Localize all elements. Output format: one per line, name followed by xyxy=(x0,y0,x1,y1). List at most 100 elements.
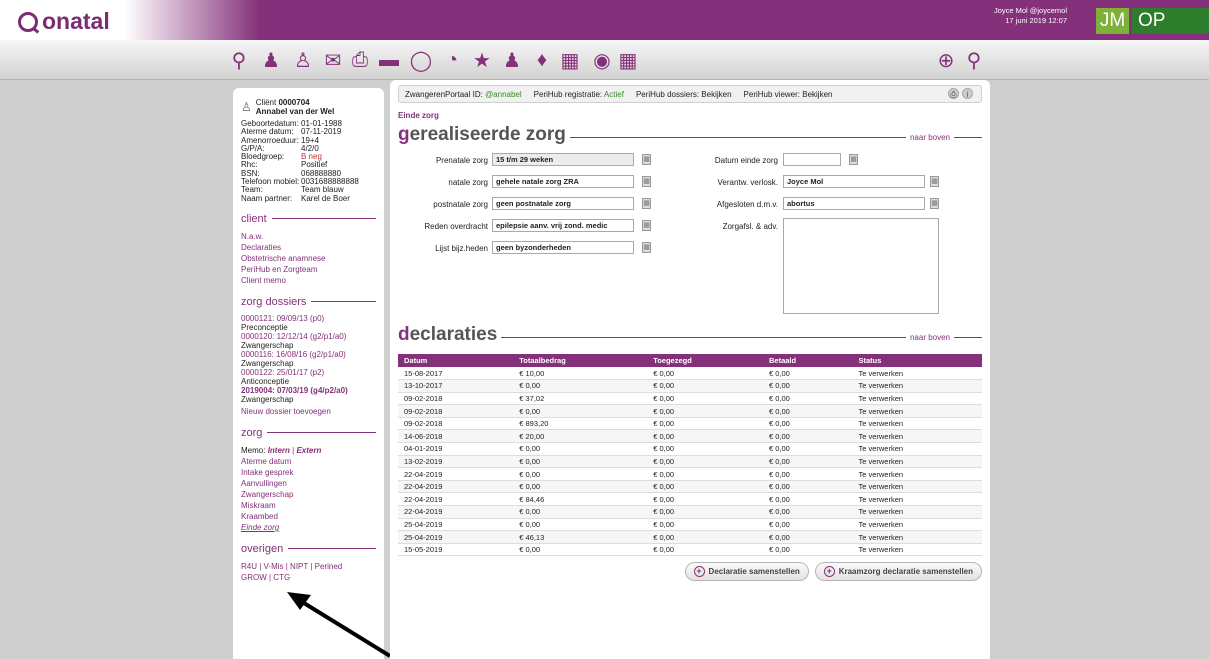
table-row[interactable]: 22-04-2019 € 0,00 € 0,00 € 0,00 Te verwerken xyxy=(398,505,982,519)
lookup-icon[interactable]: ▦ xyxy=(930,198,939,209)
dossier-link[interactable]: 0000121: 09/09/13 (p0) xyxy=(241,314,376,323)
card-icon[interactable]: ▬ xyxy=(377,49,401,71)
table-row[interactable]: 25-04-2019 € 0,00 € 0,00 € 0,00 Te verwerken xyxy=(398,518,982,532)
add-icon[interactable]: ⊕ xyxy=(934,49,958,72)
dossier-link-active[interactable]: 2019004: 07/03/19 (g4/p2/a0) xyxy=(241,386,376,395)
lookup-icon[interactable]: ▦ xyxy=(642,176,651,187)
table-row[interactable]: 09-02-2018 € 37,02 € 0,00 € 0,00 Te verwerke… xyxy=(398,392,982,406)
sidebar-link-kraambed[interactable]: Kraambed xyxy=(241,511,376,522)
reden-field[interactable]: epilepsie aanv. vrij zond. medic xyxy=(492,219,634,232)
sidebar-link-einde-zorg[interactable]: Einde zorg xyxy=(241,522,376,533)
lookup-icon[interactable]: ▦ xyxy=(642,154,651,165)
person-icon[interactable]: ♙ xyxy=(291,49,315,72)
people-icon[interactable]: ♟ xyxy=(259,49,283,72)
overigen-link-grow[interactable]: GROW | CTG xyxy=(241,572,376,583)
sidebar-link-naw[interactable]: N.a.w. xyxy=(241,231,376,242)
prenatale-field[interactable]: 15 t/m 29 weken xyxy=(492,153,634,166)
table-cell: € 0,00 xyxy=(763,455,853,469)
column-header[interactable]: Toegezegd xyxy=(647,354,763,367)
memo-intern-link[interactable]: Intern xyxy=(268,446,290,455)
table-cell: € 0,00 xyxy=(647,505,763,519)
natale-field[interactable]: gehele natale zorg ZRA xyxy=(492,175,634,188)
verantw-field[interactable]: Joyce Mol xyxy=(783,175,925,188)
table-cell: 09-02-2018 xyxy=(398,404,514,418)
table-cell: 25-04-2019 xyxy=(398,530,514,544)
sidebar-link-intake[interactable]: Intake gesprek xyxy=(241,467,376,478)
calendar-icon[interactable]: ▦ xyxy=(849,154,858,165)
chat-bubbles-icon[interactable]: ♦ xyxy=(530,49,554,71)
pie-chart-icon[interactable]: ◔ xyxy=(440,49,464,71)
calendar-icon[interactable]: ▦ xyxy=(558,49,582,72)
table-cell: Te verwerken xyxy=(852,480,982,494)
sidebar-link-anamnese[interactable]: Obstetrische anamnese xyxy=(241,253,376,264)
zoom-icon[interactable]: ⚲ xyxy=(962,49,986,72)
dossier-link[interactable]: 0000122: 25/01/17 (p2) xyxy=(241,368,376,377)
mail-icon[interactable]: ✉ xyxy=(321,49,345,72)
sidebar-link-aanvullingen[interactable]: Aanvullingen xyxy=(241,478,376,489)
table-row[interactable]: 22-04-2019 € 0,00 € 0,00 € 0,00 Te verwerken xyxy=(398,480,982,494)
sidebar-link-aterme[interactable]: Aterme datum xyxy=(241,456,376,467)
zorgafsl-textarea[interactable] xyxy=(783,218,939,314)
perihub-dossiers-link[interactable]: PeriHub dossiers: Bekijken xyxy=(636,90,732,99)
sidebar-link-perihub[interactable]: PeriHub en Zorgteam xyxy=(241,264,376,275)
table-row[interactable]: 15-05-2019 € 0,00 € 0,00 € 0,00 Te verwerken xyxy=(398,543,982,557)
section-title-initial: d xyxy=(398,324,410,345)
search-icon[interactable]: ⚲ xyxy=(227,49,251,72)
chat-icon[interactable]: ◯ xyxy=(409,49,433,72)
table-cell: € 0,00 xyxy=(763,530,853,544)
sidebar-link-miskraam[interactable]: Miskraam xyxy=(241,500,376,511)
table-row[interactable]: 09-02-2018 € 893,20 € 0,00 € 0,00 Te verwerk… xyxy=(398,417,982,431)
print-icon[interactable]: ⎙ xyxy=(348,49,372,71)
new-dossier-link[interactable]: Nieuw dossier toevoegen xyxy=(241,406,376,417)
dossier-type: Zwangerschap xyxy=(241,358,294,368)
table-row[interactable]: 25-04-2019 € 46,13 € 0,00 € 0,00 Te verwerke… xyxy=(398,530,982,544)
back-to-top-link[interactable]: naar boven xyxy=(910,333,950,342)
perihub-viewer-link[interactable]: PeriHub viewer: Bekijken xyxy=(744,90,833,99)
table-cell: € 0,00 xyxy=(647,530,763,544)
back-to-top-link[interactable]: naar boven xyxy=(910,133,950,142)
column-header[interactable]: Status xyxy=(852,354,982,367)
table-cell: € 37,02 xyxy=(513,392,648,406)
column-header[interactable]: Totaalbedrag xyxy=(513,354,648,367)
table-row[interactable]: 13-10-2017 € 0,00 € 0,00 € 0,00 Te verwerken xyxy=(398,379,982,393)
afgesloten-field[interactable]: abortus xyxy=(783,197,925,210)
role-badge[interactable]: OP xyxy=(1132,8,1209,34)
sidebar-link-declaraties[interactable]: Declaraties xyxy=(241,242,376,253)
table-row[interactable]: 15-08-2017 € 10,00 € 0,00 € 0,00 Te verwerke… xyxy=(398,367,982,381)
declaratie-samenstellen-button[interactable]: + Declaratie samenstellen xyxy=(684,562,809,582)
sidebar-link-zwangerschap[interactable]: Zwangerschap xyxy=(241,489,376,500)
lijst-field[interactable]: geen byzonderheden xyxy=(492,241,634,254)
logo[interactable]: onatal xyxy=(18,8,110,35)
globe-icon[interactable]: ◉ xyxy=(590,49,614,72)
postnatale-field[interactable]: geen postnatale zorg xyxy=(492,197,634,210)
kraamzorg-declaratie-button[interactable]: + Kraamzorg declaratie samenstellen xyxy=(814,562,982,582)
star-icon[interactable]: ★ xyxy=(470,49,494,72)
table-row[interactable]: 13-02-2019 € 0,00 € 0,00 € 0,00 Te verwerken xyxy=(398,455,982,469)
column-header[interactable]: Datum xyxy=(398,354,514,367)
sidebar-link-memo[interactable]: Client memo xyxy=(241,275,376,286)
lookup-icon[interactable]: ▦ xyxy=(642,198,651,209)
calculator-icon[interactable]: ▦ xyxy=(616,49,640,72)
table-cell: € 0,00 xyxy=(763,392,853,406)
lookup-icon[interactable]: ▦ xyxy=(642,242,651,253)
dossier-link[interactable]: 0000116: 16/08/16 (g2/p1/a0) xyxy=(241,350,376,359)
memo-extern-link[interactable]: Extern xyxy=(296,446,321,455)
einde-date-field[interactable] xyxy=(783,153,841,166)
table-row[interactable]: 14-06-2018 € 20,00 € 0,00 € 0,00 Te verwerke… xyxy=(398,429,982,444)
lookup-icon[interactable]: ▦ xyxy=(642,220,651,231)
portal-id-value[interactable]: @annabel xyxy=(485,90,522,99)
table-row[interactable]: 04-01-2019 € 0,00 € 0,00 € 0,00 Te verwerken xyxy=(398,442,982,456)
dossier-link[interactable]: 0000120: 12/12/14 (g2/p1/a0) xyxy=(241,332,376,341)
user-avatar-badge[interactable]: JM xyxy=(1096,8,1129,34)
column-header[interactable]: Betaald xyxy=(763,354,853,367)
natale-label: natale zorg xyxy=(448,178,488,187)
table-row[interactable]: 22-04-2019 € 84,46 € 0,00 € 0,00 Te verwerke… xyxy=(398,492,982,507)
table-row[interactable]: 09-02-2018 € 0,00 € 0,00 € 0,00 Te verwerken xyxy=(398,404,982,418)
table-cell: € 0,00 xyxy=(763,429,853,444)
overigen-link-r4u[interactable]: R4U | V-Mis | NIPT | Perined xyxy=(241,561,376,572)
info-icon[interactable]: i xyxy=(962,88,973,99)
family-icon[interactable]: ♟ xyxy=(500,49,524,72)
lookup-icon[interactable]: ▦ xyxy=(930,176,939,187)
table-row[interactable]: 22-04-2019 € 0,00 € 0,00 € 0,00 Te verwerken xyxy=(398,467,982,481)
print-icon[interactable]: ⎙ xyxy=(948,88,959,99)
